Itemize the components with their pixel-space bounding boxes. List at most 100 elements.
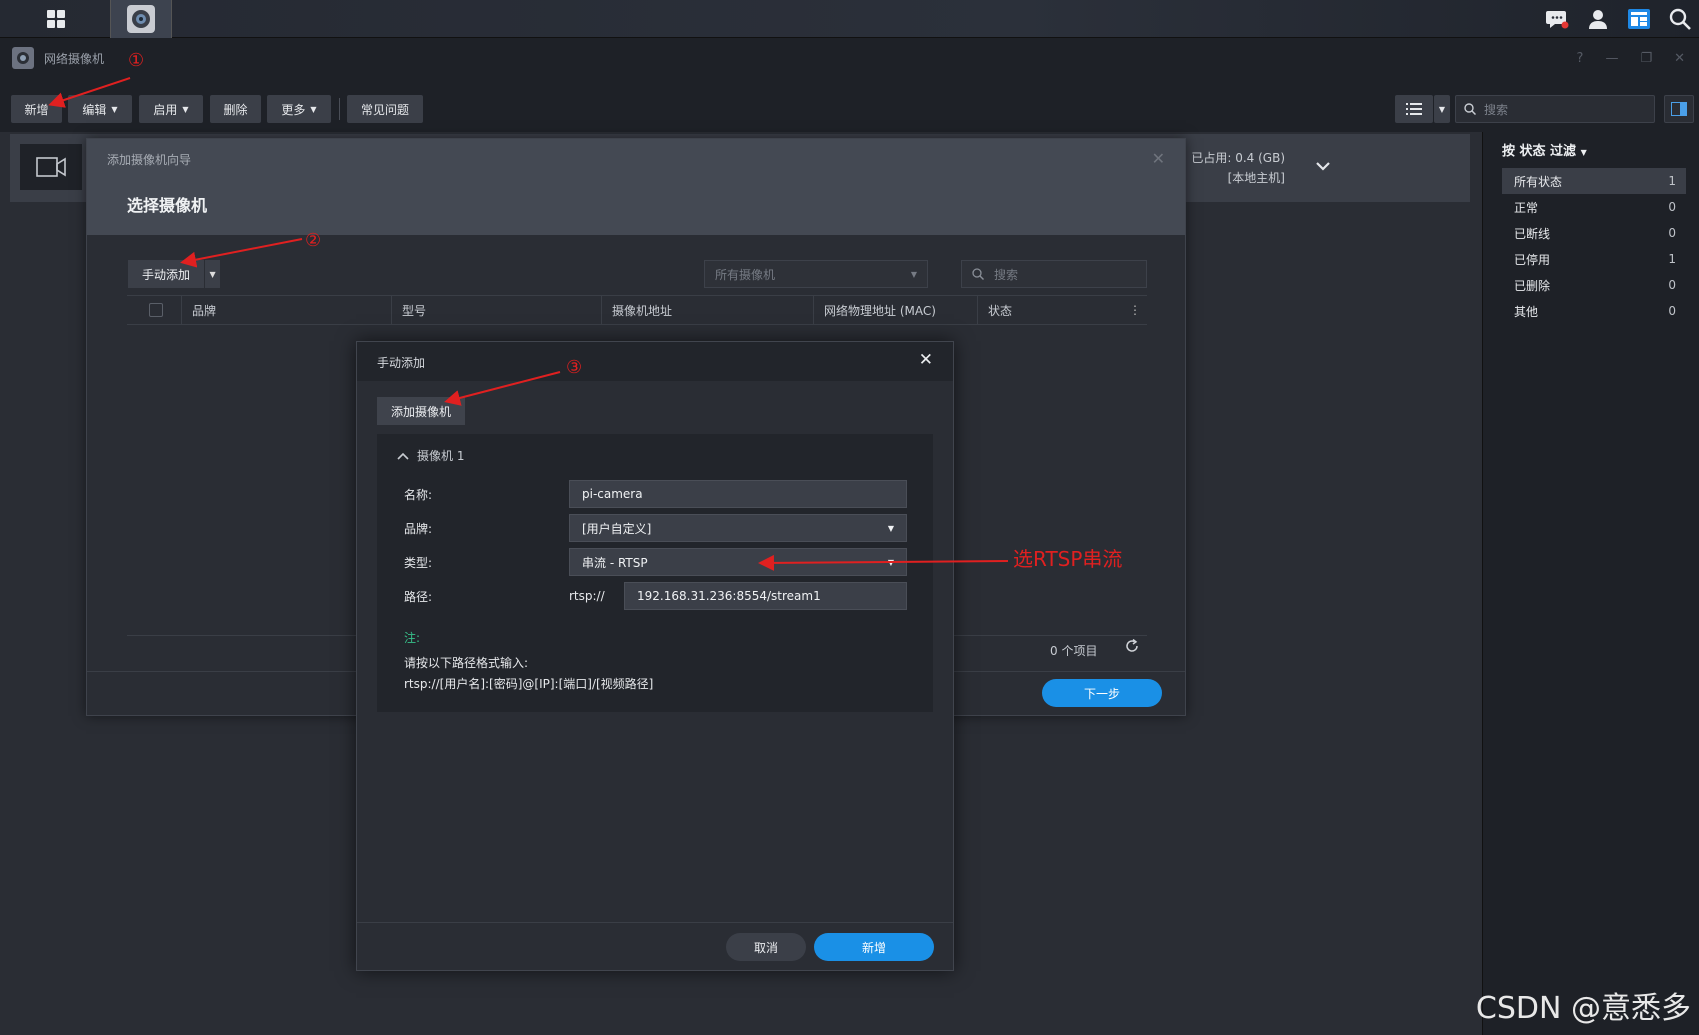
filter-item-deleted[interactable]: 已删除 0 (1502, 272, 1686, 298)
name-input[interactable]: pi-camera (569, 480, 907, 508)
close-icon[interactable]: ✕ (1674, 51, 1685, 66)
more-button[interactable]: 更多 ▼ (267, 95, 331, 123)
type-select[interactable]: 串流 - RTSP ▼ (569, 548, 907, 576)
name-label: 名称: (404, 487, 433, 502)
user-icon[interactable] (1587, 8, 1609, 30)
widgets-icon[interactable] (1627, 8, 1651, 30)
filter-item-other[interactable]: 其他 0 (1502, 298, 1686, 324)
items-count: 0 个项目 (1050, 644, 1098, 658)
minimize-icon[interactable]: — (1605, 51, 1618, 66)
filter-item-normal[interactable]: 正常 0 (1502, 194, 1686, 220)
close-icon[interactable]: ✕ (1152, 149, 1165, 168)
filter-item-all[interactable]: 所有状态 1 (1502, 168, 1686, 194)
add-button-label: 新增 (861, 940, 886, 955)
help-icon[interactable]: ? (1577, 51, 1584, 66)
caret-down-icon: ▼ (182, 104, 189, 114)
type-row: 类型: 串流 - RTSP ▼ (404, 548, 909, 576)
more-button-label: 更多 (281, 102, 306, 117)
manual-dialog-header: 手动添加 ✕ (357, 342, 953, 381)
chevron-down-icon[interactable] (1316, 156, 1330, 175)
path-input[interactable]: 192.168.31.236:8554/stream1 (624, 582, 907, 610)
wizard-header: 添加摄像机向导 选择摄像机 ✕ (87, 139, 1185, 235)
camera-app-small-icon (12, 47, 34, 69)
manual-add-split-button: 手动添加 ▼ (128, 260, 221, 288)
next-button[interactable]: 下一步 (1042, 679, 1162, 707)
select-all-checkbox[interactable] (149, 303, 163, 317)
column-label: 网络物理地址 (MAC) (824, 303, 936, 318)
type-label: 类型: (404, 555, 433, 570)
surveillance-app-tab[interactable] (110, 0, 172, 38)
faq-button[interactable]: 常见问题 (347, 95, 423, 123)
caret-down-icon: ▼ (1580, 148, 1587, 157)
status-filter-sidebar: 按 状态 过滤 ▼ 所有状态 1 正常 0 已断线 0 已停用 1 已删除 0 其他 0 (1482, 132, 1699, 1035)
add-button[interactable]: 新增 (814, 933, 934, 961)
camera-1-header[interactable]: 摄像机 1 (397, 447, 464, 464)
column-label: 摄像机地址 (612, 303, 673, 318)
cancel-button-label: 取消 (753, 940, 778, 955)
app-title-bar: 网络摄像机 ? — ❐ ✕ (0, 38, 1699, 78)
annotation-number-1: ① (128, 50, 145, 71)
search-icon (1464, 103, 1476, 115)
manual-add-button[interactable]: 手动添加 (128, 260, 205, 288)
toolbar: 新增 编辑 ▼ 启用 ▼ 删除 更多 ▼ 常见问题 ▼ 搜索 (0, 78, 1699, 132)
close-icon[interactable]: ✕ (919, 350, 933, 370)
column-address[interactable]: 摄像机地址 (601, 295, 813, 325)
manual-add-dropdown[interactable]: ▼ (204, 260, 221, 288)
caret-down-icon: ▼ (111, 104, 118, 114)
manual-add-dialog: 手动添加 ✕ 添加摄像机 摄像机 1 名称: pi-camera 品牌: [用户… (356, 341, 954, 971)
list-view-button[interactable] (1395, 95, 1433, 123)
column-status[interactable]: 状态 (977, 295, 1107, 325)
caret-down-icon: ▼ (887, 557, 894, 567)
watermark: CSDN @意悉多 (1475, 991, 1691, 1026)
storage-usage: 已占用: 0.4 (GB) [本地主机] (1191, 148, 1285, 188)
video-camera-icon (36, 157, 66, 177)
edit-button[interactable]: 编辑 ▼ (68, 95, 132, 123)
column-brand[interactable]: 品牌 (181, 295, 391, 325)
delete-button-label: 删除 (223, 102, 248, 117)
wizard-title: 选择摄像机 (127, 196, 208, 215)
window-controls: ? — ❐ ✕ (1577, 38, 1685, 78)
filter-count: 0 (1668, 200, 1676, 214)
app-grid-button[interactable] (14, 0, 98, 38)
refresh-icon[interactable] (1125, 638, 1139, 657)
add-camera-label: 添加摄像机 (391, 404, 452, 419)
main-search-field[interactable]: 搜索 (1455, 95, 1655, 123)
filter-item-disabled[interactable]: 已停用 1 (1502, 246, 1686, 272)
new-button[interactable]: 新增 (11, 95, 62, 123)
camera-filter-select[interactable]: 所有摄像机 ▼ (704, 260, 928, 288)
filter-label: 其他 (1514, 304, 1539, 319)
sidebar-toggle-icon (1671, 102, 1687, 116)
type-value: 串流 - RTSP (582, 555, 648, 570)
caret-down-icon: ▼ (887, 523, 894, 533)
search-icon[interactable] (1669, 8, 1691, 30)
filter-title[interactable]: 按 状态 过滤 ▼ (1502, 140, 1587, 159)
enable-button[interactable]: 启用 ▼ (139, 95, 203, 123)
column-mac[interactable]: 网络物理地址 (MAC) (813, 295, 977, 325)
camera-1-panel: 摄像机 1 名称: pi-camera 品牌: [用户自定义] ▼ 类型: 串流 … (377, 434, 933, 712)
maximize-icon[interactable]: ❐ (1640, 51, 1652, 66)
filter-count: 0 (1668, 278, 1676, 292)
search-placeholder: 搜索 (1484, 102, 1509, 117)
name-row: 名称: pi-camera (404, 480, 909, 508)
column-label: 品牌 (192, 303, 217, 318)
cancel-button[interactable]: 取消 (726, 933, 806, 961)
wizard-search-field[interactable]: 搜索 (961, 260, 1147, 288)
next-button-label: 下一步 (1083, 686, 1120, 701)
filter-label: 所有状态 (1514, 174, 1563, 189)
view-dropdown-button[interactable]: ▼ (1434, 95, 1450, 123)
path-value: 192.168.31.236:8554/stream1 (637, 589, 821, 603)
manual-dialog-title: 手动添加 (377, 356, 426, 370)
panel-toggle-button[interactable] (1664, 95, 1694, 123)
note-label: 注: (404, 631, 421, 645)
manual-add-label: 手动添加 (142, 267, 191, 282)
column-menu-icon[interactable]: ⋮ (1129, 303, 1147, 317)
enable-button-label: 启用 (153, 102, 178, 117)
add-camera-button[interactable]: 添加摄像机 (377, 397, 466, 425)
search-icon (972, 268, 984, 280)
filter-item-disconnected[interactable]: 已断线 0 (1502, 220, 1686, 246)
delete-button[interactable]: 删除 (210, 95, 261, 123)
brand-select[interactable]: [用户自定义] ▼ (569, 514, 907, 542)
path-hint-line-2: rtsp://[用户名]:[密码]@[IP]:[端口]/[视频路径] (404, 677, 654, 691)
chat-icon[interactable] (1545, 8, 1569, 30)
column-model[interactable]: 型号 (391, 295, 601, 325)
